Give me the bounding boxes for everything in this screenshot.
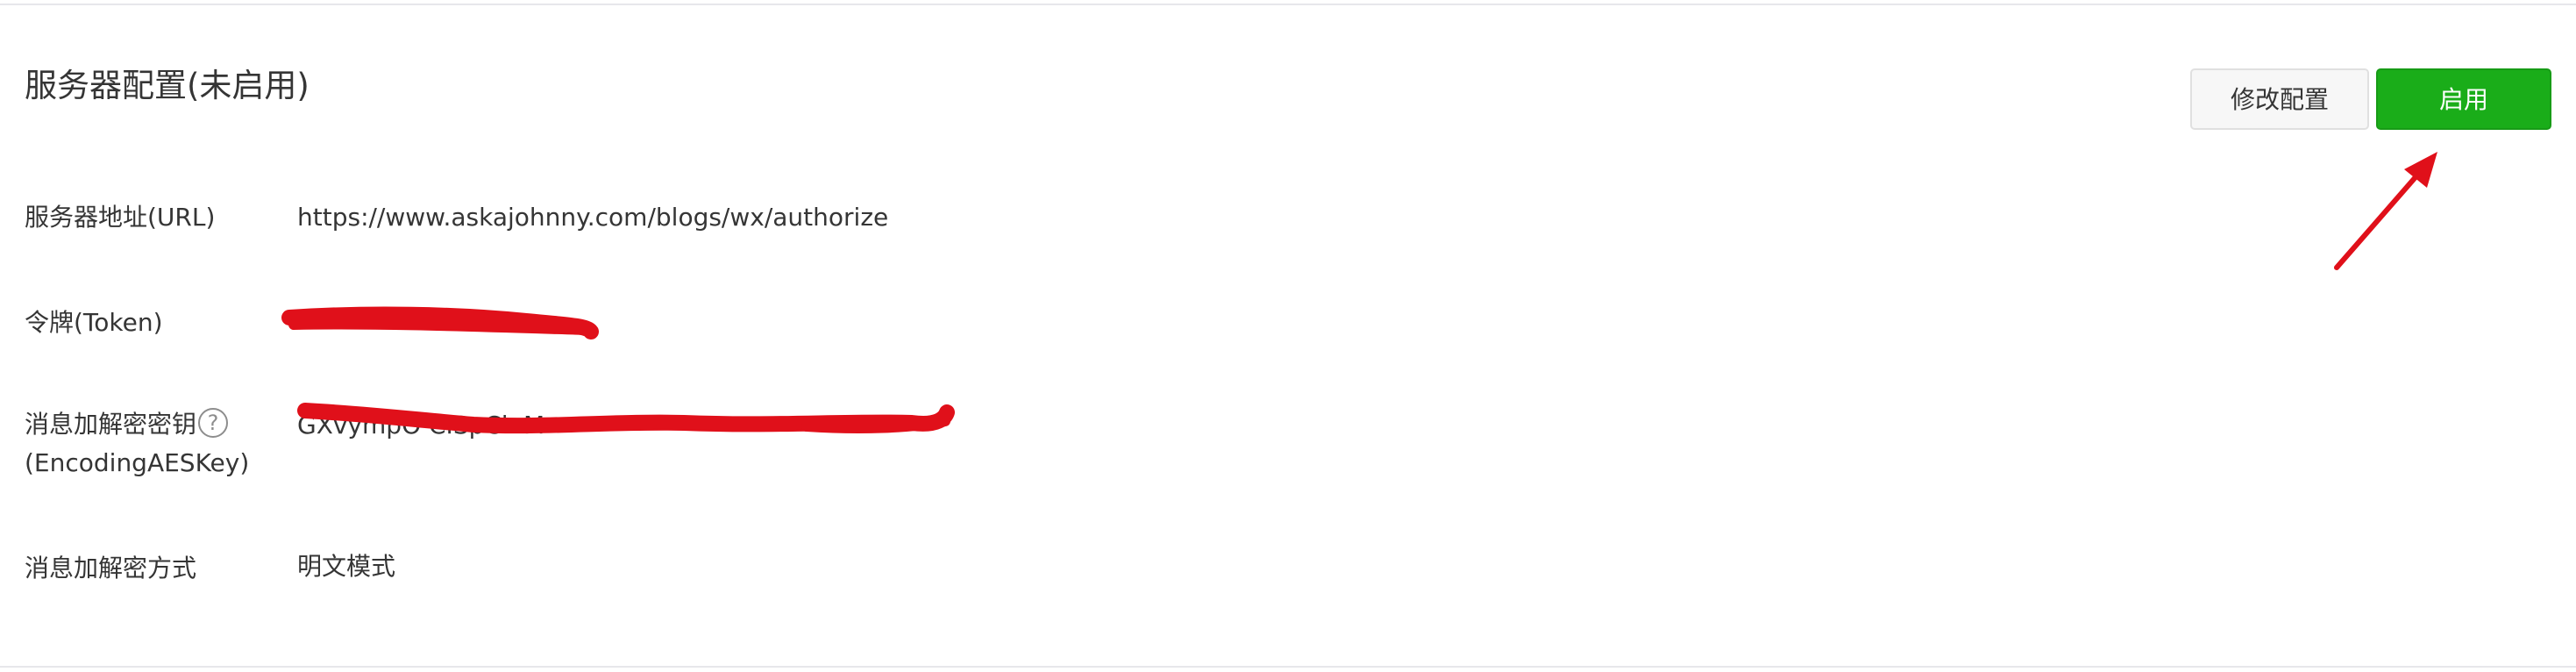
modify-config-button[interactable]: 修改配置 (2190, 68, 2369, 130)
token-label: 令牌(Token) (25, 308, 163, 337)
red-arrow-annotation (2334, 161, 2430, 270)
encryption-mode-value: 明文模式 (297, 552, 396, 581)
aes-key-label: 消息加解密密钥? (EncodingAESKey) (25, 405, 249, 483)
aes-key-label-line2: (EncodingAESKey) (25, 448, 250, 477)
aes-key-value: GXvympO CISpCk M (297, 411, 545, 440)
aes-key-label-line1: 消息加解密密钥? (25, 405, 249, 444)
red-arrow-head-icon (2404, 152, 2437, 188)
encryption-mode-label: 消息加解密方式 (25, 554, 197, 583)
top-divider (0, 4, 2576, 5)
token-redaction-stroke (281, 306, 599, 340)
server-url-label: 服务器地址(URL) (25, 203, 216, 232)
server-url-value: https://www.askajohnny.com/blogs/wx/auth… (297, 203, 889, 232)
question-circle-icon[interactable]: ? (198, 408, 229, 438)
section-title: 服务器配置(未启用) (25, 67, 310, 104)
enable-button[interactable]: 启用 (2376, 68, 2551, 130)
token-redaction-stroke-2 (288, 318, 594, 335)
server-config-panel: 服务器配置(未启用) 修改配置 启用 服务器地址(URL) https://ww… (0, 0, 2576, 672)
aes-redaction-stroke-2 (801, 416, 950, 433)
bottom-divider (0, 666, 2576, 668)
